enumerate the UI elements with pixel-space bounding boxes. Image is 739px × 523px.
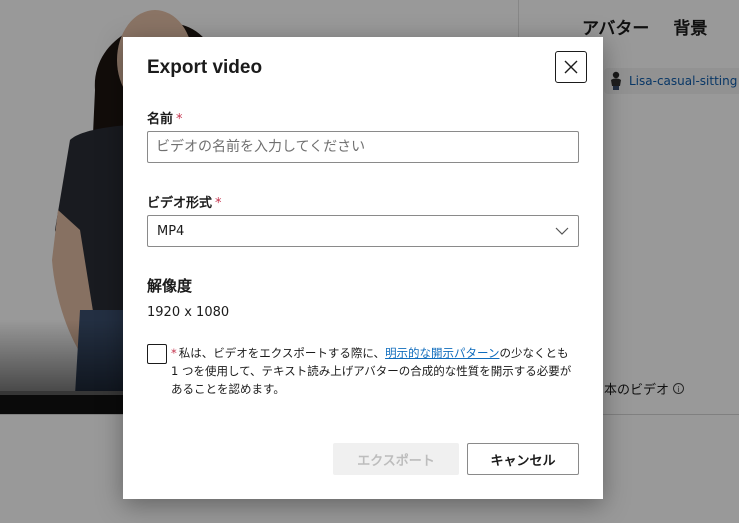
resolution-value: 1920 x 1080 bbox=[147, 305, 230, 320]
format-field-label: ビデオ形式 * bbox=[147, 192, 222, 211]
name-field-label: 名前 * bbox=[147, 108, 183, 127]
video-format-select[interactable]: MP4 bbox=[147, 215, 579, 247]
required-mark: * bbox=[176, 112, 183, 127]
export-video-dialog: Export video 名前* ビデオ形式* MP4 解像度 1920 x 1… bbox=[123, 37, 603, 499]
consent-text: * 私は、ビデオをエクスポートする際に、明示的な開示パターンの少なくとも 1 つを… bbox=[171, 344, 577, 398]
close-button[interactable] bbox=[555, 51, 587, 83]
consent-checkbox[interactable] bbox=[147, 344, 167, 364]
dialog-title: Export video bbox=[147, 57, 263, 78]
consent-text-before: 私は、ビデオをエクスポートする際に、 bbox=[178, 346, 386, 360]
name-label-text: 名前 bbox=[147, 112, 174, 127]
resolution-heading: 解像度 bbox=[147, 277, 193, 295]
export-button[interactable]: エクスポート bbox=[333, 443, 459, 475]
required-mark: * bbox=[215, 196, 222, 211]
chevron-down-icon bbox=[555, 227, 569, 235]
close-icon bbox=[564, 60, 578, 74]
video-name-input[interactable] bbox=[147, 131, 579, 163]
video-format-value: MP4 bbox=[157, 223, 185, 239]
consent-required-mark: * bbox=[171, 346, 177, 360]
disclosure-patterns-link[interactable]: 明示的な開示パターン bbox=[385, 346, 499, 360]
format-label-text: ビデオ形式 bbox=[147, 196, 213, 211]
cancel-button[interactable]: キャンセル bbox=[467, 443, 579, 475]
